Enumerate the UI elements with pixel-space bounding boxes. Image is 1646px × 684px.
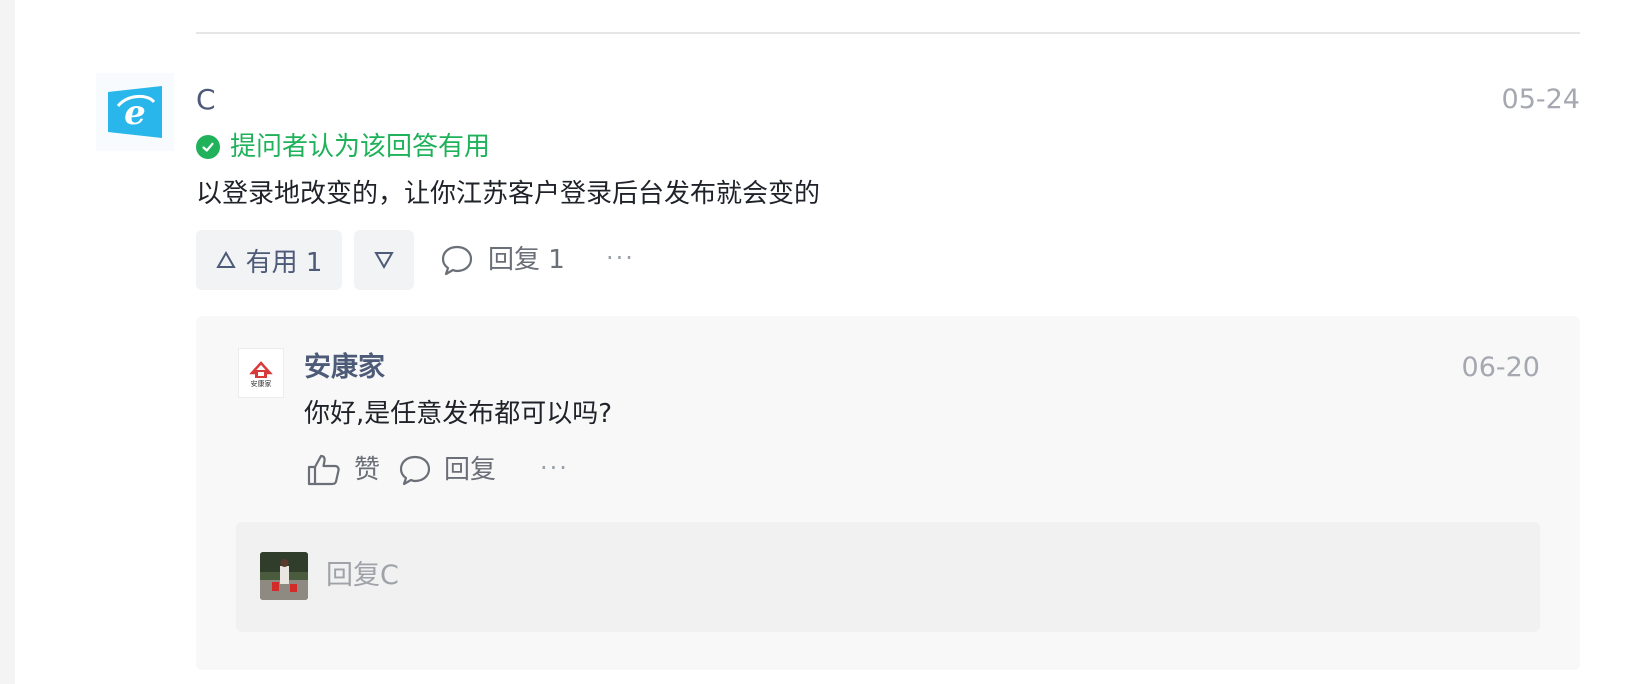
top-divider [196, 32, 1580, 34]
current-user-avatar [260, 552, 308, 600]
reply-input-placeholder[interactable]: 回复C [326, 558, 399, 594]
triangle-up-icon [215, 251, 236, 268]
answer-text: 以登录地改变的，让你江苏客户登录后台发布就会变的 [196, 179, 821, 209]
reply-text: 你好,是任意发布都可以吗? [304, 399, 613, 429]
reply-button[interactable]: 回复 1 [440, 238, 565, 282]
reply-to-reply-button[interactable]: 回复 [398, 448, 496, 492]
more-icon[interactable]: ··· [540, 454, 569, 482]
answer-author-avatar[interactable]: e [96, 73, 174, 151]
like-label: 赞 [354, 455, 381, 485]
reply-author-name[interactable]: 安康家 [304, 350, 385, 386]
ankangjia-logo: 安康家 [249, 361, 273, 388]
reply-to-reply-label: 回复 [444, 455, 497, 485]
check-circle-icon [196, 135, 220, 159]
reply-label: 回复 1 [488, 245, 565, 275]
useful-badge: 提问者认为该回答有用 [196, 130, 490, 164]
answer-date: 05-24 [1501, 84, 1580, 115]
answer-author-name[interactable]: C [196, 82, 216, 118]
downvote-button[interactable] [354, 230, 414, 290]
more-icon[interactable]: ··· [606, 244, 635, 272]
ie-logo-icon: e [108, 86, 162, 138]
thumbs-up-icon [307, 454, 340, 486]
comment-icon [441, 245, 473, 276]
upvote-label: 有用 1 [245, 247, 323, 278]
left-rail [0, 0, 15, 684]
triangle-down-icon [374, 252, 394, 269]
reply-avatar-caption: 安康家 [251, 379, 272, 388]
like-button[interactable]: 赞 [306, 448, 380, 492]
reply-author-avatar[interactable]: 安康家 [238, 348, 284, 398]
reply-date: 06-20 [1461, 352, 1540, 383]
reply-input-box[interactable] [236, 522, 1540, 632]
comment-icon [399, 455, 431, 486]
upvote-button[interactable]: 有用 1 [196, 230, 342, 290]
useful-badge-text: 提问者认为该回答有用 [230, 132, 491, 162]
